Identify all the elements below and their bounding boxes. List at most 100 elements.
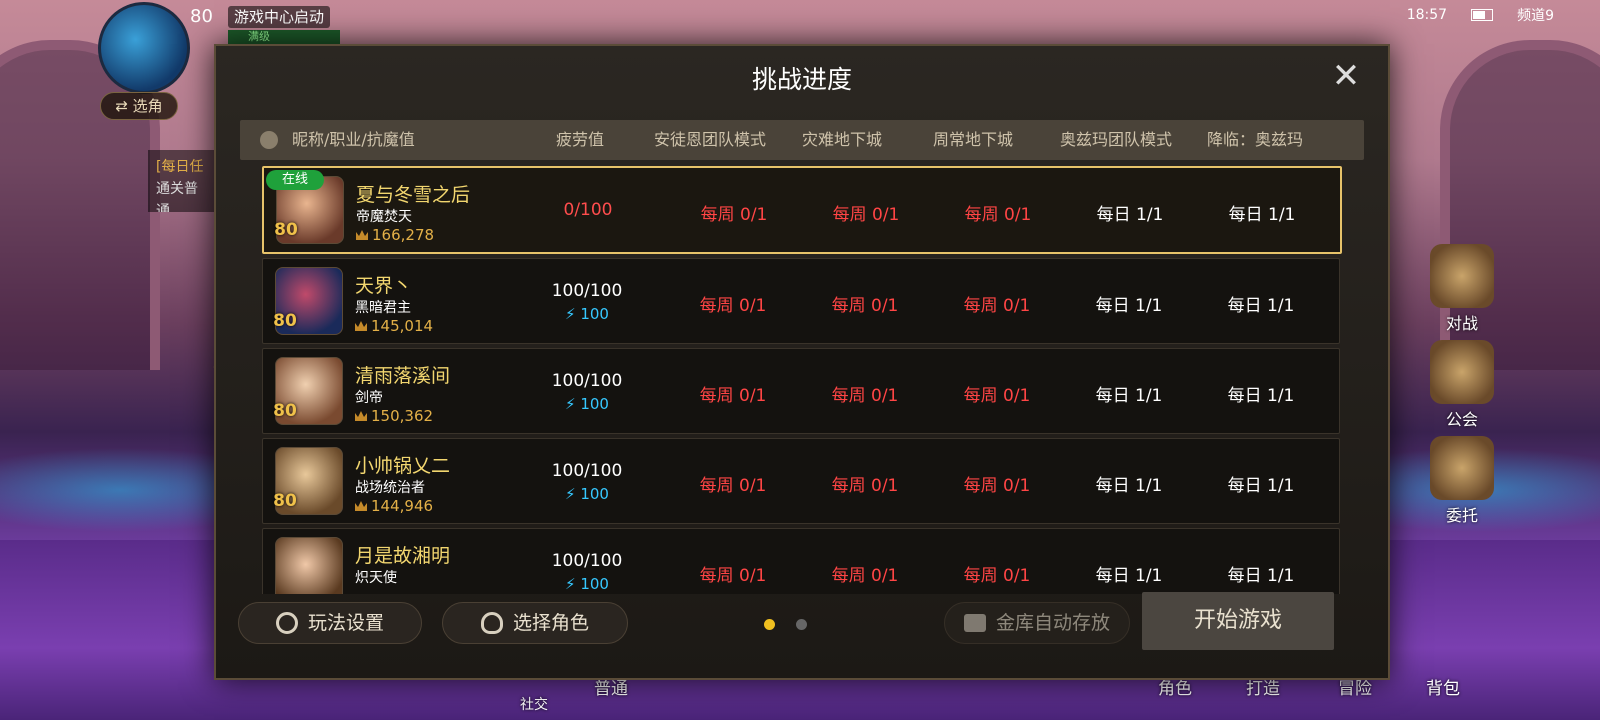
- button-label: 金库自动存放: [995, 612, 1110, 634]
- side-menu-commission[interactable]: 委托: [1422, 436, 1502, 526]
- lightning-icon: ⚡: [565, 305, 576, 323]
- daily-task-panel[interactable]: [每日任 通关普通: [148, 150, 218, 212]
- player-avatar[interactable]: [98, 2, 190, 94]
- gameplay-settings-button[interactable]: 玩法设置: [238, 602, 422, 644]
- switch-role-button[interactable]: ⇄ 选角: [100, 92, 178, 120]
- side-menu-pvp[interactable]: 对战: [1422, 244, 1502, 334]
- character-name: 夏与冬雪之后: [356, 184, 471, 206]
- weekly-dungeon-progress: 每周 0/1: [963, 386, 1031, 406]
- anton-raid-progress: 每周 0/1: [700, 205, 768, 225]
- crown-icon: [355, 501, 367, 511]
- character-level: 80: [273, 401, 297, 421]
- weekly-dungeon-progress: 每周 0/1: [964, 205, 1032, 225]
- lightning-icon: ⚡: [565, 395, 576, 413]
- button-label: 选择角色: [512, 612, 589, 634]
- character-list[interactable]: 在线 80 夏与冬雪之后 帝魔焚天 166,278 0/100 每周 0/1 每…: [262, 166, 1342, 594]
- fatigue-bonus-value: 100: [580, 575, 609, 593]
- anti-magic-number: 145,014: [371, 317, 434, 335]
- disaster-dungeon-progress: 每周 0/1: [831, 386, 899, 406]
- character-job: 炽天使: [355, 570, 397, 586]
- character-avatar: [275, 537, 343, 594]
- column-header: 灾难地下城: [801, 130, 882, 149]
- character-name: 小帅锅乂二: [355, 455, 451, 477]
- person-icon: [480, 612, 503, 634]
- anti-magic-number: 144,946: [371, 497, 434, 515]
- column-header: 奥兹玛团队模式: [1059, 130, 1172, 149]
- clock: 18:57: [1406, 7, 1448, 23]
- weekly-dungeon-progress: 每周 0/1: [963, 296, 1031, 316]
- fatigue-bonus: ⚡ 100: [527, 575, 647, 593]
- lightning-icon: ⚡: [565, 485, 576, 503]
- side-menu-label: 对战: [1445, 314, 1478, 333]
- character-job: 黑暗君主: [355, 300, 411, 316]
- disaster-dungeon-progress: 每周 0/1: [831, 476, 899, 496]
- start-game-button[interactable]: 开始游戏: [1142, 592, 1334, 650]
- fatigue-bonus: ⚡ 100: [527, 395, 647, 413]
- ozma-raid-progress: 每日 1/1: [1096, 205, 1164, 225]
- column-header: 降临：奥兹玛: [1206, 130, 1303, 149]
- weekly-dungeon-progress: 每周 0/1: [963, 566, 1031, 586]
- side-menu-label: 公会: [1445, 410, 1478, 429]
- page-indicator: [796, 619, 807, 630]
- vault-auto-save-button[interactable]: 金库自动存放: [944, 602, 1130, 644]
- battery-icon: [1471, 9, 1494, 21]
- character-row[interactable]: 80 天界丶 黑暗君主 145,014 100/100 ⚡ 100 每周 0/1…: [262, 258, 1340, 344]
- dialog-title: 挑战进度: [751, 65, 852, 94]
- ozma-raid-progress: 每日 1/1: [1095, 476, 1163, 496]
- lightning-icon: ⚡: [565, 575, 576, 593]
- fatigue-value: 100/100: [551, 281, 623, 301]
- player-level: 80: [190, 6, 213, 27]
- crossed-swords-icon: [1430, 244, 1494, 308]
- ozma-descent-progress: 每日 1/1: [1227, 386, 1295, 406]
- bulletin-board-icon: [1430, 436, 1494, 500]
- character-job: 剑帝: [355, 390, 383, 406]
- fatigue-value: 100/100: [551, 551, 623, 571]
- channel-label: 频道9: [1517, 8, 1554, 24]
- anti-magic-number: 166,278: [372, 226, 435, 244]
- character-name: 清雨落溪间: [355, 365, 451, 387]
- fatigue-bonus-value: 100: [580, 305, 609, 323]
- disaster-dungeon-progress: 每周 0/1: [832, 205, 900, 225]
- character-job: 帝魔焚天: [356, 209, 412, 225]
- task-desc: 通关普通: [156, 181, 198, 212]
- character-level: 80: [273, 311, 297, 331]
- character-row[interactable]: 在线 80 夏与冬雪之后 帝魔焚天 166,278 0/100 每周 0/1 每…: [262, 166, 1342, 254]
- ozma-descent-progress: 每日 1/1: [1227, 476, 1295, 496]
- ozma-descent-progress: 每日 1/1: [1228, 205, 1296, 225]
- column-header: 周常地下城: [932, 130, 1013, 149]
- column-header: 安徒恩团队模式: [653, 130, 766, 149]
- side-menu-guild[interactable]: 公会: [1422, 340, 1502, 430]
- fatigue-bonus-value: 100: [580, 485, 609, 503]
- vault-icon: [963, 614, 986, 632]
- status-bar: 18:57 频道9: [1300, 0, 1600, 30]
- column-header: 疲劳值: [555, 130, 604, 149]
- full-level-badge: 满级: [228, 30, 340, 44]
- character-level: 80: [274, 220, 298, 240]
- anti-magic-value: 166,278: [356, 226, 434, 244]
- nav-social[interactable]: 社交: [520, 694, 548, 714]
- task-title: [每日任: [156, 159, 204, 175]
- fatigue-value: 0/100: [563, 200, 613, 220]
- side-menu-label: 委托: [1445, 506, 1478, 525]
- disaster-dungeon-progress: 每周 0/1: [831, 296, 899, 316]
- game-center-button[interactable]: 游戏中心启动: [228, 6, 331, 28]
- anton-raid-progress: 每周 0/1: [699, 386, 767, 406]
- character-row[interactable]: 80 清雨落溪间 剑帝 150,362 100/100 ⚡ 100 每周 0/1…: [262, 348, 1340, 434]
- character-row[interactable]: 80 小帅锅乂二 战场统治者 144,946 100/100 ⚡ 100 每周 …: [262, 438, 1340, 524]
- weekly-dungeon-progress: 每周 0/1: [963, 476, 1031, 496]
- ozma-raid-progress: 每日 1/1: [1095, 386, 1163, 406]
- crown-icon: [355, 411, 367, 421]
- select-role-button[interactable]: 选择角色: [442, 602, 628, 644]
- ozma-raid-progress: 每日 1/1: [1095, 296, 1163, 316]
- character-name: 月是故湘明: [355, 545, 451, 567]
- column-header: 昵称/职业/抗魔值: [292, 130, 415, 149]
- fatigue-bonus-value: 100: [580, 395, 609, 413]
- nav-backpack[interactable]: 背包: [1426, 674, 1460, 699]
- ozma-descent-progress: 每日 1/1: [1227, 296, 1295, 316]
- close-icon[interactable]: ✕: [1328, 59, 1364, 96]
- fatigue-bonus: ⚡ 100: [527, 485, 647, 503]
- character-row[interactable]: 月是故湘明 炽天使 100/100 ⚡ 100 每周 0/1 每周 0/1 每周…: [262, 528, 1340, 594]
- anton-raid-progress: 每周 0/1: [699, 476, 767, 496]
- disaster-dungeon-progress: 每周 0/1: [831, 566, 899, 586]
- anti-magic-value: 144,946: [355, 497, 433, 515]
